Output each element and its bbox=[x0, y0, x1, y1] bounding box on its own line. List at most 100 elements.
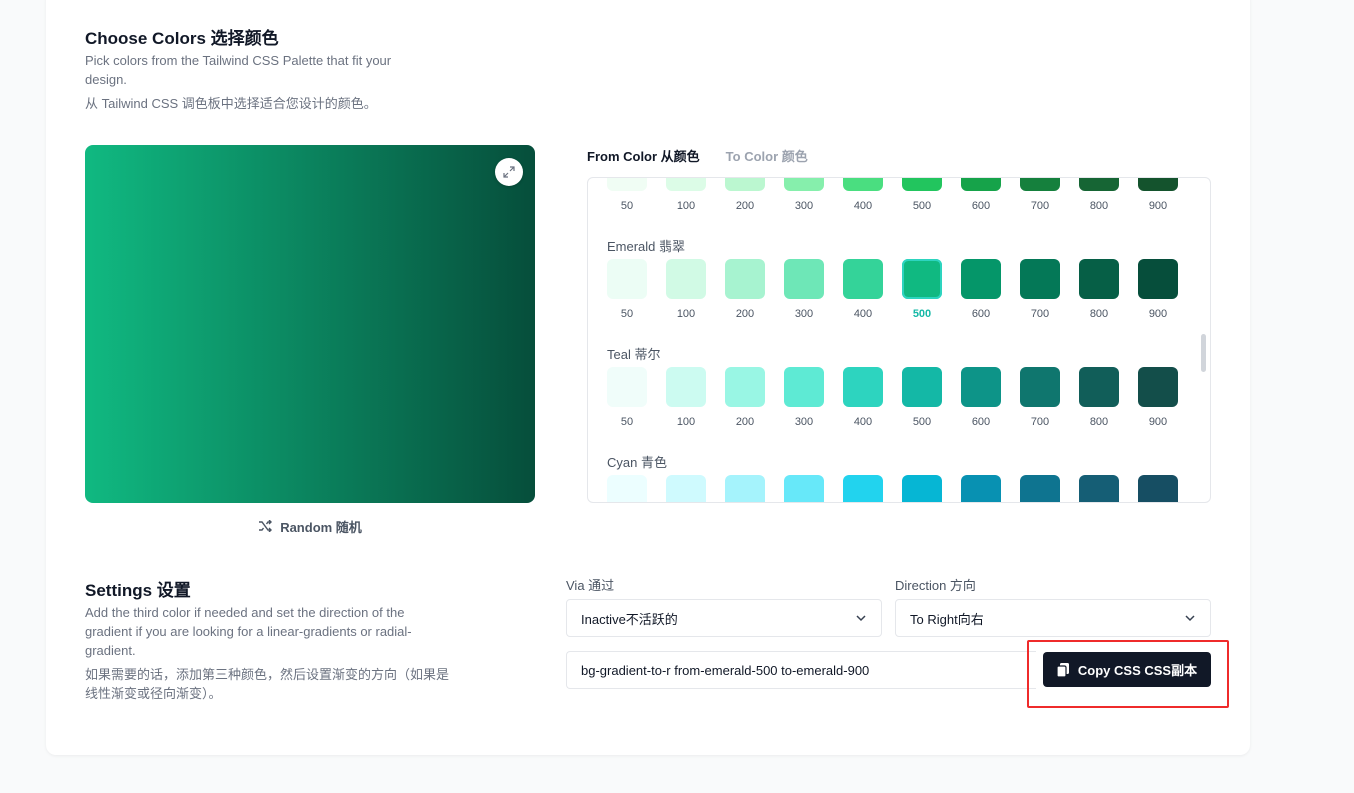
color-swatch[interactable]: 900 bbox=[1138, 367, 1178, 428]
color-swatch[interactable]: 100 bbox=[666, 367, 706, 428]
swatch-label: 800 bbox=[1089, 416, 1109, 428]
swatch-color-box bbox=[607, 475, 647, 502]
color-swatch[interactable]: 800 bbox=[1079, 367, 1119, 428]
gradient-preview bbox=[85, 145, 535, 503]
swatch-color-box bbox=[1020, 259, 1060, 299]
color-swatch[interactable]: 200 bbox=[725, 475, 765, 502]
color-swatch[interactable]: 400 bbox=[843, 475, 883, 502]
color-swatch[interactable]: 100 bbox=[666, 475, 706, 502]
color-swatch[interactable]: 900 bbox=[1138, 178, 1178, 212]
color-swatch[interactable]: 400 bbox=[843, 178, 883, 212]
swatch-label: 400 bbox=[853, 200, 873, 212]
swatch-row: 50 100 200 300 400 500 600 700 800 900 bbox=[607, 178, 1178, 212]
color-swatch[interactable]: 200 bbox=[725, 178, 765, 212]
color-swatch[interactable]: 50 bbox=[607, 367, 647, 428]
color-swatch[interactable]: 600 bbox=[961, 367, 1001, 428]
palette-scrollbar[interactable] bbox=[1201, 334, 1206, 372]
swatch-label: 700 bbox=[1030, 416, 1050, 428]
swatch-color-box bbox=[1020, 367, 1060, 407]
swatch-color-box bbox=[1138, 475, 1178, 502]
direction-select-value: To Right向右 bbox=[910, 611, 984, 627]
swatch-label: 400 bbox=[853, 416, 873, 428]
swatch-label: 900 bbox=[1148, 416, 1168, 428]
color-swatch[interactable]: 500 bbox=[902, 367, 942, 428]
swatch-color-box bbox=[1079, 475, 1119, 502]
color-swatch[interactable]: 400 bbox=[843, 367, 883, 428]
color-swatch[interactable]: 50 bbox=[607, 475, 647, 502]
color-swatch[interactable]: 200 bbox=[725, 367, 765, 428]
color-swatch[interactable]: 400 bbox=[843, 259, 883, 320]
expand-button[interactable] bbox=[495, 158, 523, 186]
color-swatch[interactable]: 700 bbox=[1020, 475, 1060, 502]
swatch-label: 400 bbox=[853, 308, 873, 320]
swatch-color-box bbox=[666, 259, 706, 299]
color-swatch[interactable]: 50 bbox=[607, 178, 647, 212]
swatch-label: 700 bbox=[1030, 200, 1050, 212]
color-swatch[interactable]: 100 bbox=[666, 178, 706, 212]
swatch-color-box bbox=[961, 475, 1001, 502]
color-swatch[interactable]: 900 bbox=[1138, 475, 1178, 502]
swatch-color-box bbox=[902, 259, 942, 299]
color-swatch[interactable]: 900 bbox=[1138, 259, 1178, 320]
palette-scroll-content: 50 100 200 300 400 500 600 700 800 900 Emerald 翡翠 5… bbox=[588, 178, 1210, 502]
swatch-color-box bbox=[1138, 367, 1178, 407]
swatch-color-box bbox=[961, 367, 1001, 407]
color-swatch[interactable]: 800 bbox=[1079, 475, 1119, 502]
color-swatch[interactable]: 700 bbox=[1020, 367, 1060, 428]
settings-desc-en-3: gradient. bbox=[85, 643, 136, 658]
css-output-field[interactable]: bg-gradient-to-r from-emerald-500 to-eme… bbox=[566, 651, 1036, 689]
settings-desc-en-2: gradient if you are looking for a linear… bbox=[85, 624, 412, 639]
tab-to-color[interactable]: To Color 颜色 bbox=[726, 146, 808, 165]
swatch-label: 300 bbox=[794, 200, 814, 212]
swatch-label: 50 bbox=[620, 308, 634, 320]
color-swatch[interactable]: 50 bbox=[607, 259, 647, 320]
color-swatch[interactable]: 700 bbox=[1020, 259, 1060, 320]
swatch-color-box bbox=[1020, 178, 1060, 191]
direction-select[interactable]: To Right向右 bbox=[895, 599, 1211, 637]
color-palette[interactable]: 50 100 200 300 400 500 600 700 800 900 Emerald 翡翠 5… bbox=[587, 177, 1211, 503]
tab-from-color[interactable]: From Color 从颜色 bbox=[587, 146, 700, 165]
color-swatch[interactable]: 500 bbox=[902, 178, 942, 212]
swatch-color-box bbox=[666, 475, 706, 502]
css-output-text: bg-gradient-to-r from-emerald-500 to-eme… bbox=[581, 662, 870, 678]
swatch-color-box bbox=[666, 367, 706, 407]
swatch-label: 500 bbox=[912, 200, 932, 212]
palette-group: Emerald 翡翠 50 100 200 300 400 500 600 700 800 900 bbox=[588, 222, 1210, 330]
swatch-label: 50 bbox=[620, 200, 634, 212]
random-button-label: Random 随机 bbox=[280, 519, 362, 535]
color-swatch[interactable]: 200 bbox=[725, 259, 765, 320]
color-swatch[interactable]: 600 bbox=[961, 475, 1001, 502]
highlight-box bbox=[1027, 640, 1229, 708]
color-swatch[interactable]: 500 bbox=[902, 475, 942, 502]
swatch-color-box bbox=[1079, 259, 1119, 299]
swatch-label: 600 bbox=[971, 308, 991, 320]
palette-group: Teal 蒂尔 50 100 200 300 400 500 600 700 800 900 bbox=[588, 330, 1210, 438]
color-swatch[interactable]: 600 bbox=[961, 259, 1001, 320]
color-swatch[interactable]: 800 bbox=[1079, 178, 1119, 212]
swatch-label: 100 bbox=[676, 308, 696, 320]
swatch-color-box bbox=[902, 178, 942, 191]
swatch-color-box bbox=[784, 475, 824, 502]
color-swatch[interactable]: 700 bbox=[1020, 178, 1060, 212]
color-swatch[interactable]: 300 bbox=[784, 475, 824, 502]
settings-desc-en-1: Add the third color if needed and set th… bbox=[85, 605, 405, 620]
swatch-label: 300 bbox=[794, 308, 814, 320]
color-swatch[interactable]: 800 bbox=[1079, 259, 1119, 320]
random-button[interactable]: Random 随机 bbox=[240, 514, 380, 538]
swatch-color-box bbox=[961, 259, 1001, 299]
swatch-color-box bbox=[725, 259, 765, 299]
color-swatch[interactable]: 300 bbox=[784, 178, 824, 212]
via-select[interactable]: Inactive不活跃的 bbox=[566, 599, 882, 637]
color-swatch[interactable]: 300 bbox=[784, 367, 824, 428]
color-swatch[interactable]: 100 bbox=[666, 259, 706, 320]
settings-desc-zh-1: 如果需要的话，添加第三种颜色，然后设置渐变的方向（如果是 bbox=[85, 667, 450, 682]
color-swatch[interactable]: 600 bbox=[961, 178, 1001, 212]
swatch-color-box bbox=[843, 475, 883, 502]
swatch-label: 200 bbox=[735, 416, 755, 428]
swatch-label: 200 bbox=[735, 308, 755, 320]
swatch-color-box bbox=[607, 367, 647, 407]
color-swatch[interactable]: 300 bbox=[784, 259, 824, 320]
color-swatch[interactable]: 500 bbox=[902, 259, 942, 320]
swatch-color-box bbox=[725, 475, 765, 502]
swatch-label: 200 bbox=[735, 200, 755, 212]
